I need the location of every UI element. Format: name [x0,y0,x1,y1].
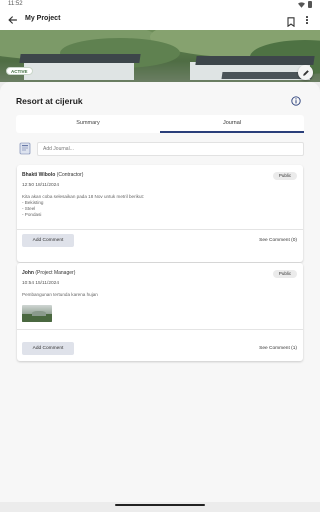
battery-icon [308,1,312,8]
project-title: Resort at cijeruk [16,96,83,106]
see-comment-link[interactable]: See Comment (1) [259,346,297,351]
more-dot [306,16,308,18]
journal-author: John (Project Manager) [22,270,75,276]
card-divider [17,229,303,230]
info-icon[interactable] [291,96,301,106]
journal-card: Bhakti Wibolo (Contractor) Public 12:50 … [17,165,303,262]
author-role: (Contractor) [56,172,84,178]
more-dot [306,22,308,24]
journal-card: John (Project Manager) Public 10:54 15/1… [17,263,303,361]
visibility-badge: Public [273,172,297,180]
journal-body-line: - Pondasi [22,212,42,217]
see-comment-link[interactable]: See Comment (0) [259,238,297,243]
add-comment-button[interactable]: Add Comment [22,342,74,355]
add-journal-row: Add Journal... [16,142,304,156]
status-time: 11:52 [8,1,23,7]
tab-bar: Summary Journal [16,115,304,133]
app-title: My Project [25,15,61,22]
project-hero-image: ACTIVE [0,30,320,82]
journal-book-icon [19,142,31,155]
card-divider [17,329,303,330]
back-button[interactable] [6,14,18,26]
add-journal-input[interactable]: Add Journal... [37,142,304,156]
status-badge: ACTIVE [6,67,33,75]
journal-photo-thumbnail[interactable] [22,305,52,322]
more-dot [306,19,308,21]
journal-body-line: Pembangunan tertunda karena hujan [22,292,98,297]
wifi-icon [298,1,305,8]
pencil-icon [302,69,309,76]
bookmark-icon [287,17,295,28]
tab-summary[interactable]: Summary [16,115,160,133]
add-comment-button[interactable]: Add Comment [22,234,74,247]
author-name: Bhakti Wibolo [22,172,56,178]
status-bar: 11:52 [0,0,320,10]
more-options-button[interactable] [303,14,311,26]
tab-selected-indicator [160,131,304,133]
author-name: John [22,270,34,276]
journal-author: Bhakti Wibolo (Contractor) [22,172,83,178]
app-bar: My Project [0,10,320,30]
edit-project-button[interactable] [298,65,313,80]
status-icons [298,1,312,8]
bookmark-button[interactable] [287,14,297,28]
project-detail-sheet: Resort at cijeruk Summary Journal Add Jo… [0,82,320,502]
journal-body: Kita akan coba selesaikan pada 18 Nov un… [22,194,144,218]
visibility-badge: Public [273,270,297,278]
journal-body: Pembangunan tertunda karena hujan [22,292,98,298]
journal-timestamp: 12:50 18/11/2024 [22,183,59,188]
arrow-left-icon [7,16,17,24]
author-role: (Project Manager) [35,270,76,276]
journal-timestamp: 10:54 15/11/2024 [22,281,59,286]
home-indicator [115,504,205,506]
